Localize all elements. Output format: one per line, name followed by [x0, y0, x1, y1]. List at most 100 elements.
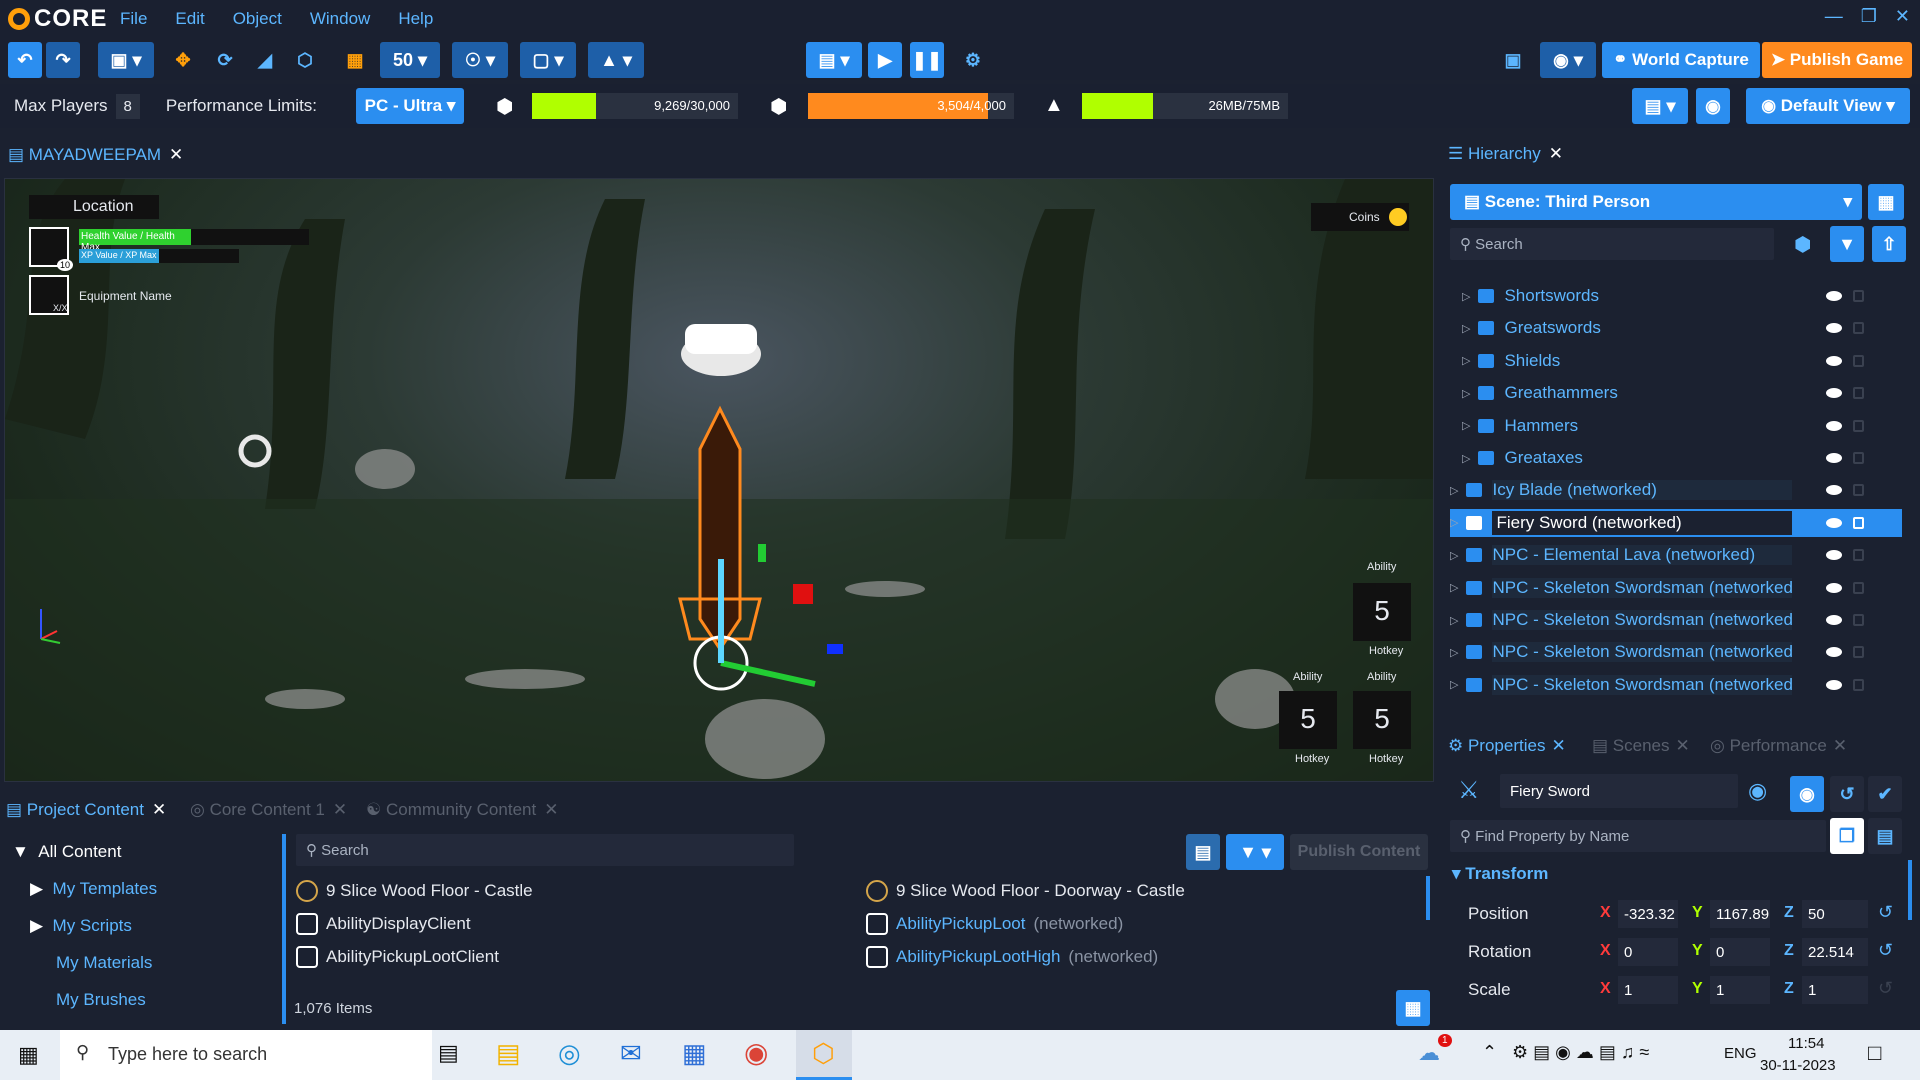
project-content-close-icon[interactable]: ✕: [152, 800, 166, 820]
camera-mode-button[interactable]: ▢ ▾: [520, 42, 576, 78]
content-item[interactable]: AbilityPickupLootClient: [296, 946, 499, 968]
tree-my-materials[interactable]: My Materials: [56, 953, 152, 973]
publish-game-button[interactable]: ➤ Publish Game: [1762, 42, 1912, 78]
capture-settings-button[interactable]: ◉ ▾: [1540, 42, 1596, 78]
mail-icon[interactable]: ✉: [620, 1038, 642, 1069]
hierarchy-search-input[interactable]: ⚲ Search: [1450, 228, 1774, 260]
chevron-right-icon[interactable]: ▷: [1462, 419, 1470, 432]
filter-button[interactable]: ▼: [1830, 226, 1864, 262]
lock-icon[interactable]: [1853, 452, 1864, 464]
community-content-tab[interactable]: ☯ Community Content ✕: [366, 800, 558, 820]
menu-help[interactable]: Help: [398, 9, 433, 29]
menu-object[interactable]: Object: [233, 9, 282, 29]
multiplayer-preview-button[interactable]: ▤ ▾: [806, 42, 862, 78]
community-content-close-icon[interactable]: ✕: [544, 800, 558, 820]
rotate-tool-icon[interactable]: ⟳: [210, 42, 240, 78]
help-icon[interactable]: ◉: [1696, 88, 1730, 124]
core-taskbar-app[interactable]: ⬡: [796, 1030, 852, 1080]
chevron-right-icon[interactable]: ▷: [1450, 516, 1458, 529]
language-indicator[interactable]: ENG: [1724, 1045, 1757, 1062]
debug-icon[interactable]: ⚙: [956, 42, 990, 78]
hierarchy-close-icon[interactable]: ✕: [1549, 144, 1563, 164]
object-name-input[interactable]: Fiery Sword: [1500, 774, 1738, 808]
tree-my-templates[interactable]: ▶ My Templates: [30, 879, 157, 899]
position-y-input[interactable]: 1167.89: [1710, 900, 1770, 928]
redo-button[interactable]: ↷: [46, 42, 80, 78]
scale-x-input[interactable]: 1: [1618, 976, 1678, 1004]
visibility-eye-icon[interactable]: [1826, 517, 1842, 528]
chevron-right-icon[interactable]: ▷: [1450, 678, 1458, 691]
visibility-eye-icon[interactable]: [1826, 355, 1842, 366]
core-content-tab[interactable]: ◎ Core Content 1 ✕: [190, 800, 347, 820]
visibility-eye-icon[interactable]: [1826, 582, 1842, 593]
copy-button[interactable]: ❐: [1830, 818, 1864, 854]
tree-divider[interactable]: [282, 834, 286, 1024]
tray-expand-icon[interactable]: ⌃: [1482, 1042, 1497, 1063]
visibility-eye-icon[interactable]: [1826, 679, 1842, 690]
menu-window[interactable]: Window: [310, 9, 370, 29]
content-item[interactable]: AbilityPickupLootHigh (networked): [866, 946, 1158, 968]
undo-button[interactable]: ↶: [8, 42, 42, 78]
properties-tab[interactable]: ⚙ Properties ✕: [1448, 736, 1566, 756]
find-property-input[interactable]: ⚲ Find Property by Name: [1450, 820, 1826, 852]
selection-mode-button[interactable]: ▣ ▾: [98, 42, 154, 78]
notifications-icon[interactable]: □: [1868, 1040, 1881, 1066]
weather-icon[interactable]: ☁: [1418, 1040, 1440, 1066]
maximize-icon[interactable]: ❐: [1861, 6, 1877, 27]
scale-tool-icon[interactable]: ◢: [250, 42, 280, 78]
network-icon[interactable]: ◉: [1748, 778, 1767, 804]
tree-my-brushes[interactable]: My Brushes: [56, 990, 146, 1010]
chevron-right-icon[interactable]: ▷: [1450, 614, 1458, 627]
grid-size-select[interactable]: 50 ▾: [380, 42, 440, 78]
menu-file[interactable]: File: [120, 9, 147, 29]
tray-icons[interactable]: ⚙ ▤ ◉ ☁ ▤ ♫ ≈: [1512, 1042, 1649, 1063]
content-filter-button[interactable]: ▼ ▾: [1226, 834, 1284, 870]
visibility-eye-icon[interactable]: [1826, 453, 1842, 463]
taskbar-search[interactable]: ⚲ Type here to search: [60, 1030, 432, 1080]
content-item[interactable]: 9 Slice Wood Floor - Doorway - Castle: [866, 880, 1185, 902]
position-z-input[interactable]: 50: [1802, 900, 1868, 928]
visibility-eye-icon[interactable]: [1826, 291, 1842, 301]
position-x-input[interactable]: -323.32: [1618, 900, 1678, 928]
lock-icon[interactable]: [1853, 419, 1864, 432]
chevron-right-icon[interactable]: ▷: [1462, 322, 1470, 335]
rotation-y-input[interactable]: 0: [1710, 938, 1770, 966]
scale-z-input[interactable]: 1: [1802, 976, 1868, 1004]
reset-position-icon[interactable]: ↺: [1878, 902, 1893, 923]
lock-icon[interactable]: [1853, 516, 1864, 529]
lock-icon[interactable]: [1853, 614, 1864, 626]
visibility-eye-icon[interactable]: [1826, 420, 1842, 431]
grid-snap-icon[interactable]: ▦: [340, 42, 370, 78]
paste-button[interactable]: ▤: [1868, 818, 1902, 854]
content-item[interactable]: 9 Slice Wood Floor - Castle: [296, 880, 533, 902]
content-item[interactable]: AbilityDisplayClient: [296, 913, 471, 935]
lock-icon[interactable]: [1853, 290, 1864, 302]
chevron-right-icon[interactable]: ▷: [1462, 452, 1470, 465]
clock-date[interactable]: 30-11-2023: [1760, 1057, 1836, 1074]
move-tool-icon[interactable]: ✥: [168, 42, 198, 78]
viewport-tab[interactable]: ▤ MAYADWEEPAM ✕: [0, 138, 1440, 172]
scene-settings-button[interactable]: ▦: [1868, 184, 1904, 220]
visibility-eye-icon[interactable]: [1826, 615, 1842, 625]
lock-icon[interactable]: [1853, 387, 1864, 400]
tree-my-scripts[interactable]: ▶ My Scripts: [30, 916, 132, 936]
scenes-close-icon[interactable]: ✕: [1676, 736, 1690, 756]
file-explorer-icon[interactable]: ▤: [496, 1038, 521, 1069]
chevron-right-icon[interactable]: ▷: [1450, 484, 1458, 497]
game-viewport[interactable]: Location 10 Health Value / Health Max XP…: [4, 178, 1434, 782]
scenes-tab[interactable]: ▤ Scenes ✕: [1592, 736, 1690, 756]
pause-button[interactable]: ❚❚: [910, 42, 944, 78]
screenshot-icon[interactable]: ▣: [1496, 42, 1530, 78]
content-item[interactable]: AbilityPickupLoot (networked): [866, 913, 1123, 935]
project-content-tab[interactable]: ▤ Project Content ✕: [6, 800, 166, 820]
chevron-right-icon[interactable]: ▷: [1462, 290, 1470, 303]
folder-button[interactable]: ▤: [1186, 834, 1220, 870]
default-view-select[interactable]: ◉ Default View ▾: [1746, 88, 1910, 124]
hierarchy-tab[interactable]: ☰ Hierarchy ✕: [1448, 144, 1563, 164]
performance-tab[interactable]: ◎ Performance ✕: [1710, 736, 1847, 756]
properties-scrollbar[interactable]: [1908, 860, 1912, 920]
menu-edit[interactable]: Edit: [175, 9, 204, 29]
chevron-right-icon[interactable]: ▷: [1462, 354, 1470, 367]
play-button[interactable]: ▶: [868, 42, 902, 78]
rotation-z-input[interactable]: 22.514: [1802, 938, 1868, 966]
